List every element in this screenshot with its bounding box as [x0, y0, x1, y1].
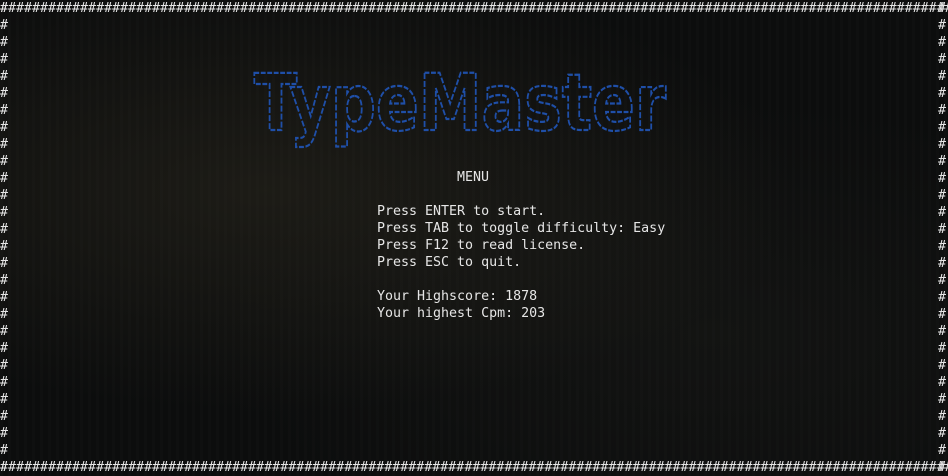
terminal-window: ########################################…	[0, 0, 948, 476]
highest-cpm-text: Your highest Cpm: 203	[377, 306, 546, 321]
highscore-text: Your Highscore: 1878	[377, 289, 538, 304]
difficulty-instruction: Press TAB to toggle difficulty: Easy	[377, 221, 666, 236]
logo-text: TypeMaster	[254, 62, 666, 149]
quit-instruction: Press ESC to quit.	[377, 255, 522, 270]
app-logo: TypeMaster	[250, 58, 670, 154]
menu-title: MENU	[457, 170, 490, 185]
right-border: # # # # # # # # # # # # # # # # # # # # …	[938, 1, 947, 475]
bottom-border: ########################################…	[0, 460, 948, 475]
start-instruction: Press ENTER to start.	[377, 204, 546, 219]
top-border: ########################################…	[0, 1, 948, 16]
left-border: # # # # # # # # # # # # # # # # # # # # …	[0, 1, 9, 475]
license-instruction: Press F12 to read license.	[377, 238, 586, 253]
